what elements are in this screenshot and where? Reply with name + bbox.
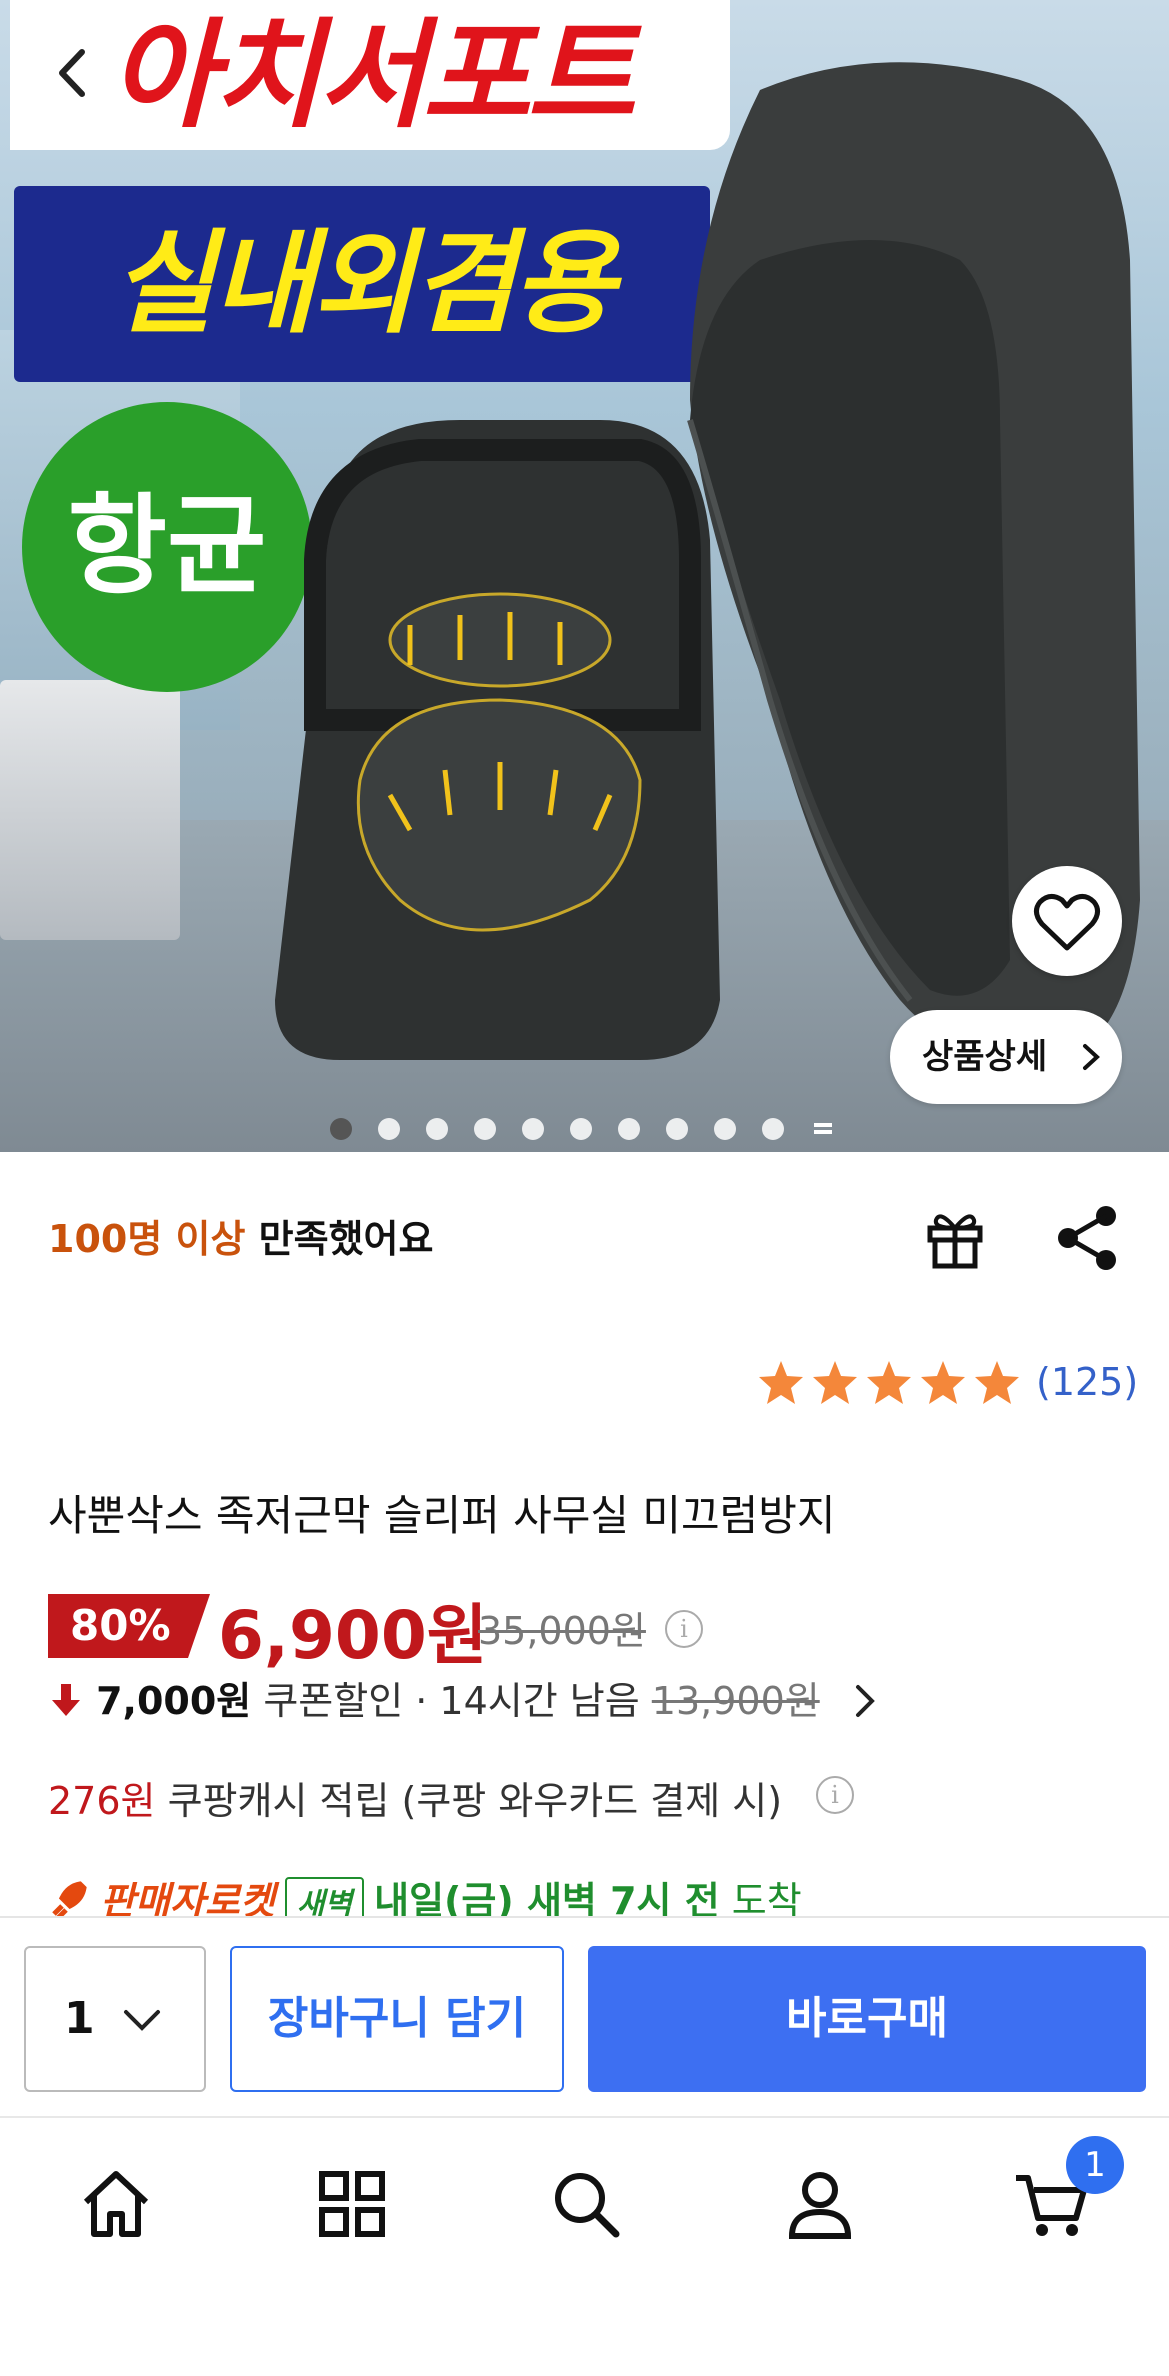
cash-reward-row: 276원 쿠팡캐시 적립 (쿠팡 와우카드 결제 시) (48, 1770, 782, 1825)
sale-price: 6,900원 (218, 1597, 488, 1674)
cash-info-icon[interactable]: i (816, 1776, 854, 1814)
review-count[interactable]: (125) (1036, 1360, 1138, 1404)
heart-icon (1034, 894, 1100, 951)
coupon-label: 쿠폰할인 · 14시간 남음 (251, 1679, 652, 1723)
purchase-action-bar: 1 장바구니 담기 바로구매 (0, 1916, 1169, 2118)
buy-now-button[interactable]: 바로구매 (588, 1946, 1146, 2092)
wishlist-button[interactable] (1012, 866, 1122, 976)
cash-label: 쿠팡캐시 적립 (쿠팡 와우카드 결제 시) (155, 1779, 783, 1823)
chevron-down-icon (124, 2010, 160, 2031)
discount-badge: 80% (48, 1594, 210, 1658)
product-detail-button[interactable]: 상품상세 (890, 1010, 1122, 1104)
star-icon (921, 1361, 965, 1404)
chevron-left-icon (59, 49, 85, 97)
slipper-illustration (275, 62, 1140, 1062)
page-dot[interactable] (426, 1118, 448, 1140)
discount-rate: 80% (70, 1601, 171, 1650)
back-button[interactable] (28, 28, 118, 118)
star-icon (813, 1361, 857, 1404)
quantity-select[interactable]: 1 (24, 1946, 206, 2092)
cart-count-badge: 1 (1066, 2136, 1124, 2194)
chevron-right-icon (1083, 1044, 1100, 1070)
star-icon (975, 1361, 1019, 1404)
chevron-right-icon (855, 1685, 875, 1717)
page-dot[interactable] (474, 1118, 496, 1140)
page-dot[interactable] (522, 1118, 544, 1140)
page-dot[interactable] (666, 1118, 688, 1140)
add-to-cart-label: 장바구니 담기 (267, 1993, 527, 2044)
arrow-down-icon (52, 1684, 80, 1716)
cash-amount: 276원 (48, 1779, 156, 1823)
product-detail-label: 상품상세 (922, 1037, 1048, 1077)
price-info-icon[interactable]: i (665, 1610, 703, 1648)
satisfaction-count: 100명 이상 (48, 1217, 246, 1261)
page-dot[interactable] (618, 1118, 640, 1140)
home-icon[interactable] (76, 2164, 156, 2244)
star-icon (759, 1361, 803, 1404)
page-dot[interactable] (714, 1118, 736, 1140)
satisfaction-label: 만족했어요 (245, 1217, 434, 1261)
page-dot[interactable] (570, 1118, 592, 1140)
add-to-cart-button[interactable]: 장바구니 담기 (230, 1946, 564, 2092)
share-icon[interactable] (1052, 1202, 1124, 1274)
satisfaction-text: 100명 이상 만족했어요 (48, 1208, 433, 1263)
rocket-icon (52, 1881, 87, 1920)
search-icon[interactable] (546, 2164, 626, 2244)
bottom-tab-bar (0, 2116, 1169, 2376)
gift-icon[interactable] (920, 1204, 990, 1274)
original-price: 35,000원 (478, 1609, 646, 1653)
coupon-discount-row[interactable]: 7,000원 쿠폰할인 · 14시간 남음 13,900원 (48, 1670, 880, 1725)
page-dot[interactable] (762, 1118, 784, 1140)
profile-icon[interactable] (780, 2164, 860, 2244)
page-dot[interactable] (378, 1118, 400, 1140)
coupon-struck-price: 13,900원 (651, 1679, 820, 1723)
product-image[interactable]: 아치서포트 실내외겸용 항균 상품상세 (0, 0, 1169, 1152)
coupon-amount: 7,000원 (96, 1679, 252, 1723)
product-title: 사뿐삭스 족저근막 슬리퍼 사무실 미끄럼방지 (48, 1491, 836, 1540)
buy-now-label: 바로구매 (786, 1993, 948, 2044)
quantity-value: 1 (64, 1993, 95, 2044)
page-dot[interactable] (330, 1118, 352, 1140)
category-grid-icon[interactable] (312, 2164, 392, 2244)
more-pages-icon[interactable] (814, 1120, 832, 1138)
star-icon (867, 1361, 911, 1404)
